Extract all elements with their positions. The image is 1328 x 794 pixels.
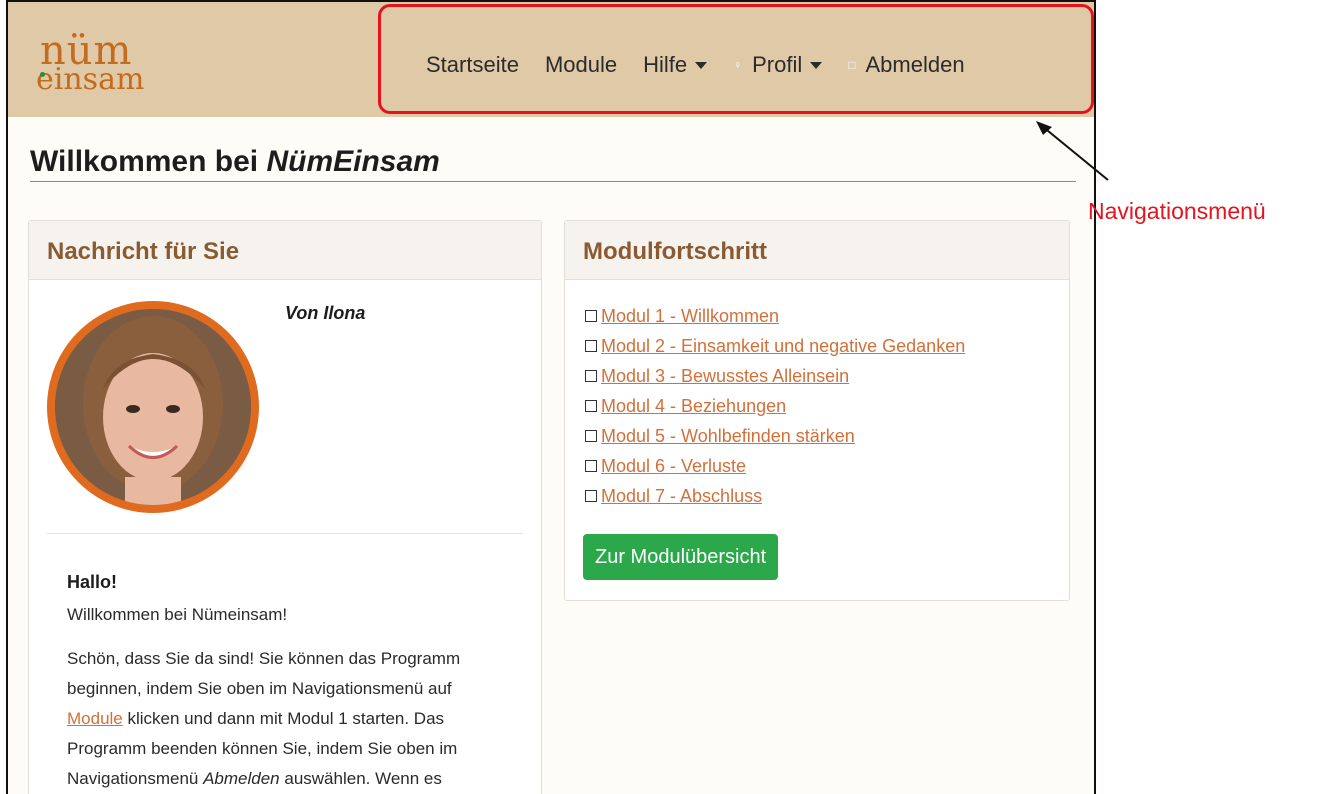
message-author: Von Ilona: [285, 303, 366, 323]
body-line-1: Schön, dass Sie da sind! Sie können das …: [67, 649, 461, 668]
message-card-header: Nachricht für Sie: [29, 221, 541, 280]
body-line-3: Module klicken und dann mit Modul 1 star…: [67, 704, 460, 734]
module-item: Modul 4 - Beziehungen: [585, 391, 965, 421]
body-line-2: beginnen, indem Sie oben im Navigationsm…: [67, 679, 452, 698]
message-card: Nachricht für Sie Von Ilona Hallo! Willk…: [28, 220, 542, 794]
logo-line2: einsam: [36, 62, 145, 97]
module-item: Modul 5 - Wohlbefinden stärken: [585, 421, 965, 451]
progress-card: Modulfortschritt Modul 1 - Willkommen Mo…: [564, 220, 1070, 601]
module-link-5[interactable]: Modul 5 - Wohlbefinden stärken: [601, 426, 855, 447]
portrait-image: [55, 309, 251, 505]
logo-dot: [40, 72, 45, 77]
body-line-5-pre: Navigationsmenü: [67, 769, 204, 788]
module-item: Modul 2 - Einsamkeit und negative Gedank…: [585, 331, 965, 361]
checkbox[interactable]: [585, 340, 597, 352]
annotation-label: Navigationsmenü: [1088, 198, 1266, 224]
module-link-4[interactable]: Modul 4 - Beziehungen: [601, 396, 786, 417]
module-item: Modul 3 - Bewusstes Alleinsein: [585, 361, 965, 391]
body-line-4: Programm beenden können Sie, indem Sie o…: [67, 739, 458, 758]
progress-card-header: Modulfortschritt: [565, 221, 1069, 280]
welcome-text: Willkommen bei Nümeinsam!: [67, 605, 288, 624]
page-title-brand: NümEinsam: [266, 145, 440, 178]
divider: [47, 533, 523, 534]
annotation-arrow-icon: [1036, 121, 1109, 181]
progress-card-title: Modulfortschritt: [583, 238, 767, 265]
navigation-menu-highlight: [378, 4, 1094, 114]
module-link-3[interactable]: Modul 3 - Bewusstes Alleinsein: [601, 366, 849, 387]
body-line-5-post: auswählen. Wenn es: [279, 769, 442, 788]
checkbox[interactable]: [585, 430, 597, 442]
checkbox[interactable]: [585, 400, 597, 412]
greeting: Hallo!: [67, 572, 118, 592]
message-body: Schön, dass Sie da sind! Sie können das …: [67, 644, 460, 794]
nuem-einsam-logo[interactable]: nüm einsam: [30, 28, 180, 102]
module-link-1[interactable]: Modul 1 - Willkommen: [601, 306, 779, 327]
checkbox[interactable]: [585, 310, 597, 322]
module-link[interactable]: Module: [67, 709, 123, 728]
module-item: Modul 6 - Verluste: [585, 451, 965, 481]
page-title-prefix: Willkommen bei: [30, 145, 267, 178]
message-card-title: Nachricht für Sie: [47, 238, 240, 265]
title-divider: [30, 181, 1076, 182]
app-window: nüm einsam Startseite Module Hilfe ♀ Pro…: [6, 0, 1096, 794]
avatar: [47, 301, 259, 513]
checkbox[interactable]: [585, 490, 597, 502]
module-item: Modul 1 - Willkommen: [585, 301, 965, 331]
page-title: Willkommen bei NümEinsam: [30, 145, 440, 179]
checkbox[interactable]: [585, 460, 597, 472]
body-line-5-em: Abmelden: [203, 769, 280, 788]
module-link-6[interactable]: Modul 6 - Verluste: [601, 456, 746, 477]
module-item: Modul 7 - Abschluss: [585, 481, 965, 511]
module-link-2[interactable]: Modul 2 - Einsamkeit und negative Gedank…: [601, 336, 965, 357]
module-list: Modul 1 - Willkommen Modul 2 - Einsamkei…: [585, 301, 965, 511]
avatar-photo: [55, 309, 251, 505]
body-line-3-rest: klicken und dann mit Modul 1 starten. Da…: [122, 709, 445, 728]
checkbox[interactable]: [585, 370, 597, 382]
body-line-5: Navigationsmenü Abmelden auswählen. Wenn…: [67, 764, 460, 794]
module-overview-button[interactable]: Zur Modulübersicht: [583, 534, 779, 580]
module-link-7[interactable]: Modul 7 - Abschluss: [601, 486, 762, 507]
